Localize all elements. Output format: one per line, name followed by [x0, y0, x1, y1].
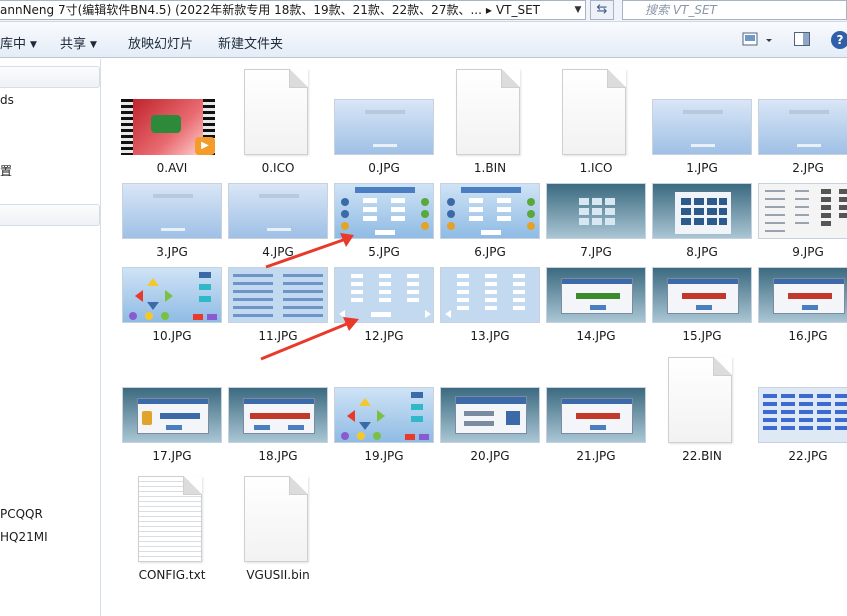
- nav-item-location[interactable]: 置: [0, 162, 12, 179]
- help-icon[interactable]: ?: [831, 31, 847, 49]
- file-name: 19.JPG: [364, 449, 404, 463]
- chevron-down-icon: ▼: [90, 40, 97, 50]
- file-name: 0.JPG: [368, 161, 400, 175]
- path-separator-icon[interactable]: ▸: [482, 1, 496, 19]
- file-name: 3.JPG: [156, 245, 188, 259]
- address-path[interactable]: annNeng 7寸(编辑软件BN4.5) (2022年新款专用 18款、19款…: [0, 0, 586, 20]
- preview-pane-icon[interactable]: [794, 32, 810, 46]
- file-name: 1.BIN: [473, 161, 507, 175]
- image-thumbnail: [440, 267, 540, 323]
- nav-selected-header[interactable]: [0, 204, 100, 226]
- image-thumbnail: [546, 387, 646, 443]
- file-name: 10.JPG: [152, 329, 192, 343]
- share-button[interactable]: 共享 ▼: [60, 33, 97, 52]
- blank-file-icon: [244, 476, 308, 562]
- image-thumbnail: [440, 183, 540, 239]
- file-name: 9.JPG: [792, 245, 824, 259]
- file-name: 22.BIN: [682, 449, 722, 463]
- file-name: 7.JPG: [580, 245, 612, 259]
- explorer-window: annNeng 7寸(编辑软件BN4.5) (2022年新款专用 18款、19款…: [0, 0, 847, 616]
- image-thumbnail: [440, 387, 540, 443]
- address-dropdown-icon[interactable]: ▼: [572, 2, 584, 18]
- file-name: 6.JPG: [474, 245, 506, 259]
- navigation-pane: ds 置 PCQQR HQ21MI: [0, 59, 101, 616]
- include-label: 库中: [0, 37, 27, 52]
- file-name: 0.AVI: [156, 161, 188, 175]
- file-name: 13.JPG: [470, 329, 510, 343]
- nav-item-computer-2[interactable]: HQ21MI: [0, 530, 48, 544]
- refresh-icon: ⇆: [596, 2, 608, 17]
- command-bar: 库中 ▼ 共享 ▼ 放映幻灯片 新建文件夹 ?: [0, 22, 847, 58]
- image-thumbnail: [758, 183, 847, 239]
- image-thumbnail: [652, 267, 752, 323]
- image-thumbnail: [334, 99, 434, 155]
- path-parent[interactable]: annNeng 7寸(编辑软件BN4.5) (2022年新款专用 18款、19款…: [0, 1, 482, 19]
- search-input[interactable]: 搜索 VT_SET: [622, 0, 847, 20]
- image-thumbnail: [652, 183, 752, 239]
- annotation-arrow-icon: [265, 233, 354, 269]
- file-name: 22.JPG: [788, 449, 828, 463]
- lock-icon: [142, 411, 152, 425]
- slideshow-button[interactable]: 放映幻灯片: [128, 33, 193, 52]
- nav-item-downloads[interactable]: ds: [0, 93, 14, 107]
- image-thumbnail: [546, 183, 646, 239]
- file-list-view: ▶ 0.AVI 0.ICO 0.JPG 1.BIN 1.ICO 1.JPG 2.…: [102, 59, 847, 616]
- image-thumbnail: [758, 387, 847, 443]
- image-thumbnail: [334, 387, 434, 443]
- blank-file-icon: [456, 69, 520, 155]
- address-bar: annNeng 7寸(编辑软件BN4.5) (2022年新款专用 18款、19款…: [0, 0, 847, 22]
- image-thumbnail: [758, 267, 847, 323]
- blank-file-icon: [562, 69, 626, 155]
- file-name: 0.ICO: [261, 161, 295, 175]
- image-thumbnail: [122, 267, 222, 323]
- image-thumbnail: [758, 99, 847, 155]
- annotation-arrow-icon: [260, 317, 359, 361]
- play-icon: ▶: [195, 137, 215, 155]
- image-thumbnail: [122, 183, 222, 239]
- chevron-down-icon: ▼: [30, 40, 37, 50]
- nav-item-computer-1[interactable]: PCQQR: [0, 507, 43, 521]
- blank-file-icon: [668, 357, 732, 443]
- image-thumbnail: [122, 387, 222, 443]
- refresh-button[interactable]: ⇆: [590, 0, 614, 20]
- file-name: 2.JPG: [792, 161, 824, 175]
- file-name: 14.JPG: [576, 329, 616, 343]
- image-thumbnail: [652, 99, 752, 155]
- file-name: 8.JPG: [686, 245, 718, 259]
- nav-favorites-header[interactable]: [0, 66, 100, 88]
- new-folder-button[interactable]: 新建文件夹: [218, 33, 283, 52]
- file-name: 21.JPG: [576, 449, 616, 463]
- file-name: 18.JPG: [258, 449, 298, 463]
- file-name: 1.JPG: [686, 161, 718, 175]
- file-name: 15.JPG: [682, 329, 722, 343]
- file-name: 17.JPG: [152, 449, 192, 463]
- video-thumbnail: ▶: [121, 99, 215, 155]
- text-file-icon: [138, 476, 202, 562]
- share-label: 共享: [60, 37, 87, 52]
- image-thumbnail: [546, 267, 646, 323]
- blank-file-icon: [244, 69, 308, 155]
- file-name: VGUSII.bin: [246, 568, 310, 582]
- view-options-icon[interactable]: [742, 31, 776, 49]
- file-name: 1.ICO: [579, 161, 613, 175]
- file-name: 20.JPG: [470, 449, 510, 463]
- include-in-library-button[interactable]: 库中 ▼: [0, 33, 37, 52]
- path-current-folder[interactable]: VT_SET: [496, 1, 540, 19]
- file-name: CONFIG.txt: [138, 568, 206, 582]
- file-name: 16.JPG: [788, 329, 828, 343]
- image-thumbnail: [228, 387, 328, 443]
